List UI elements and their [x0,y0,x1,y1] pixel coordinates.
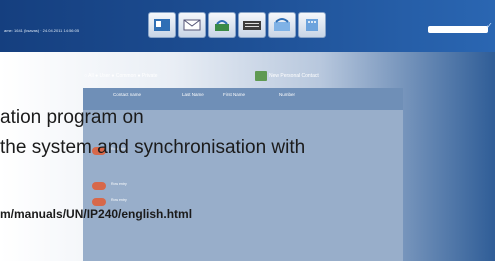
phone-icon[interactable] [268,12,296,38]
contacts-icon[interactable] [148,12,176,38]
new-contact-label: New Personal Contact [269,73,319,79]
column-first-name[interactable]: First Name [223,92,245,97]
column-number[interactable]: Number [279,92,295,97]
mail-icon[interactable] [178,12,206,38]
top-toolbar: ame: 1641 (ksavas) · 24.04.2011 14:56:05… [0,0,495,52]
table-row[interactable]: Row entry [111,182,127,186]
column-last-name[interactable]: Last Name [182,92,204,97]
manual-line-1: ation program on [0,107,144,128]
column-contact-name[interactable]: Contact name [113,92,141,97]
manual-url: m/manuals/UN/IP240/english.html [0,207,193,221]
page: ame: 1641 (ksavas) · 24.04.2011 14:56:05… [0,0,495,261]
new-contact-icon [255,71,267,81]
dialpad-icon[interactable] [298,12,326,38]
row-action-icon[interactable] [92,198,106,206]
quick-search-input[interactable] [428,26,488,33]
contact-filter[interactable]: ○ All ● User ● Common ● Private [84,73,158,79]
row-action-icon[interactable] [92,182,106,190]
status-text: ame: 1641 (ksavas) · 24.04.2011 14:56:05 [4,28,80,33]
keyboard-icon[interactable] [238,12,266,38]
manual-line-2: the system and synchronisation with [0,137,306,158]
new-personal-contact-button[interactable]: New Personal Contact [255,71,319,81]
check-icon: ✓ [486,21,493,30]
table-row[interactable]: Row entry [111,198,127,202]
call-icon[interactable] [208,12,236,38]
